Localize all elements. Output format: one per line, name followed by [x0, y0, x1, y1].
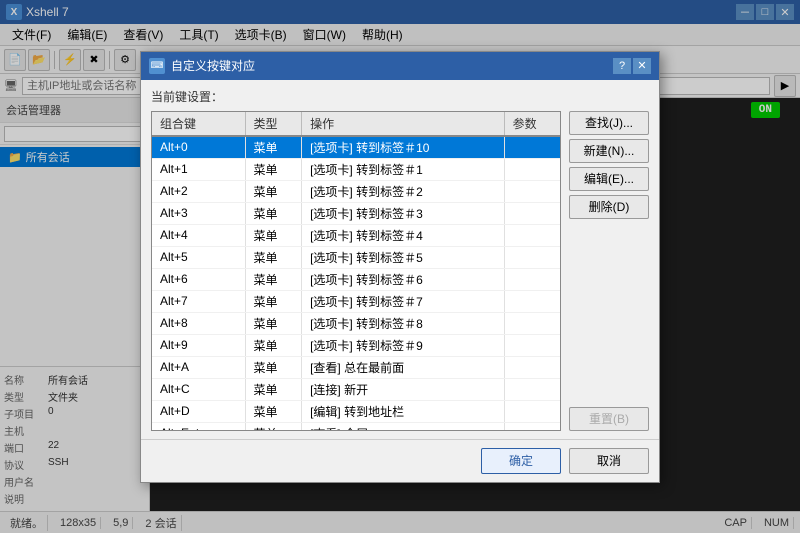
- cell-param: [504, 290, 560, 312]
- cell-action: [选项卡] 转到标签＃7: [302, 290, 505, 312]
- col-header-key[interactable]: 组合键: [152, 112, 245, 136]
- cell-action: [选项卡] 转到标签＃9: [302, 334, 505, 356]
- col-header-param[interactable]: 参数: [504, 112, 560, 136]
- cell-type: 菜单: [245, 422, 302, 431]
- table-row[interactable]: Alt+9菜单[选项卡] 转到标签＃9: [152, 334, 560, 356]
- table-row[interactable]: Alt+C菜单[连接] 新开: [152, 378, 560, 400]
- cell-key: Alt+5: [152, 246, 245, 268]
- cell-type: 菜单: [245, 334, 302, 356]
- cell-key: Alt+4: [152, 224, 245, 246]
- ok-button[interactable]: 确定: [481, 448, 561, 474]
- reset-button[interactable]: 重置(B): [569, 407, 649, 431]
- cell-key: Alt+C: [152, 378, 245, 400]
- cell-action: [选项卡] 转到标签＃8: [302, 312, 505, 334]
- cell-type: 菜单: [245, 180, 302, 202]
- table-row[interactable]: Alt+8菜单[选项卡] 转到标签＃8: [152, 312, 560, 334]
- table-row[interactable]: Alt+Enter菜单[查看] 全屏: [152, 422, 560, 431]
- table-row[interactable]: Alt+1菜单[选项卡] 转到标签＃1: [152, 158, 560, 180]
- cell-action: [选项卡] 转到标签＃5: [302, 246, 505, 268]
- cell-key: Alt+A: [152, 356, 245, 378]
- cell-param: [504, 224, 560, 246]
- table-row[interactable]: Alt+5菜单[选项卡] 转到标签＃5: [152, 246, 560, 268]
- table-row[interactable]: Alt+0菜单[选项卡] 转到标签＃10: [152, 136, 560, 159]
- cell-type: 菜单: [245, 268, 302, 290]
- cell-action: [选项卡] 转到标签＃3: [302, 202, 505, 224]
- cell-param: [504, 422, 560, 431]
- dialog-title-bar: ⌨ 自定义按键对应 ? ✕: [141, 52, 659, 80]
- cell-action: [选项卡] 转到标签＃2: [302, 180, 505, 202]
- cancel-button[interactable]: 取消: [569, 448, 649, 474]
- cell-key: Alt+6: [152, 268, 245, 290]
- cell-key: Alt+2: [152, 180, 245, 202]
- cell-action: [编辑] 转到地址栏: [302, 400, 505, 422]
- col-header-action[interactable]: 操作: [302, 112, 505, 136]
- dialog-title: 自定义按键对应: [171, 57, 613, 74]
- table-header-row: 组合键 类型 操作 参数: [152, 112, 560, 136]
- cell-type: 菜单: [245, 378, 302, 400]
- cell-param: [504, 158, 560, 180]
- edit-button[interactable]: 编辑(E)...: [569, 167, 649, 191]
- cell-key: Alt+0: [152, 136, 245, 159]
- table-row[interactable]: Alt+D菜单[编辑] 转到地址栏: [152, 400, 560, 422]
- cell-key: Alt+3: [152, 202, 245, 224]
- dialog-overlay: ⌨ 自定义按键对应 ? ✕ 当前键设置： 组合键: [0, 0, 800, 533]
- cell-param: [504, 268, 560, 290]
- cell-action: [查看] 总在最前面: [302, 356, 505, 378]
- cell-action: [选项卡] 转到标签＃6: [302, 268, 505, 290]
- cell-param: [504, 202, 560, 224]
- delete-button[interactable]: 删除(D): [569, 195, 649, 219]
- cell-type: 菜单: [245, 246, 302, 268]
- keybind-table-wrapper[interactable]: 组合键 类型 操作 参数 Alt+0菜单[选项卡] 转到标签＃10Alt+1菜单…: [151, 111, 561, 431]
- btn-spacer: [569, 223, 649, 403]
- dialog-section-label: 当前键设置：: [151, 88, 649, 105]
- cell-key: Alt+1: [152, 158, 245, 180]
- dialog-content-row: 组合键 类型 操作 参数 Alt+0菜单[选项卡] 转到标签＃10Alt+1菜单…: [151, 111, 649, 431]
- dialog-help-button[interactable]: ?: [613, 58, 631, 74]
- dialog-close-button[interactable]: ✕: [633, 58, 651, 74]
- cell-action: [选项卡] 转到标签＃4: [302, 224, 505, 246]
- new-button[interactable]: 新建(N)...: [569, 139, 649, 163]
- dialog-icon: ⌨: [149, 58, 165, 74]
- cell-param: [504, 180, 560, 202]
- app-window: X Xshell 7 － □ ✕ 文件(F) 编辑(E) 查看(V) 工具(T)…: [0, 0, 800, 533]
- cell-param: [504, 312, 560, 334]
- cell-key: Alt+7: [152, 290, 245, 312]
- cell-type: 菜单: [245, 202, 302, 224]
- cell-param: [504, 400, 560, 422]
- cell-key: Alt+D: [152, 400, 245, 422]
- col-header-type[interactable]: 类型: [245, 112, 302, 136]
- table-row[interactable]: Alt+6菜单[选项卡] 转到标签＃6: [152, 268, 560, 290]
- table-row[interactable]: Alt+A菜单[查看] 总在最前面: [152, 356, 560, 378]
- table-row[interactable]: Alt+7菜单[选项卡] 转到标签＃7: [152, 290, 560, 312]
- cell-key: Alt+Enter: [152, 422, 245, 431]
- cell-param: [504, 246, 560, 268]
- dialog-body: 当前键设置： 组合键 类型 操作 参数: [141, 80, 659, 439]
- cell-type: 菜单: [245, 158, 302, 180]
- find-button[interactable]: 查找(J)...: [569, 111, 649, 135]
- cell-param: [504, 136, 560, 159]
- cell-action: [选项卡] 转到标签＃10: [302, 136, 505, 159]
- table-row[interactable]: Alt+2菜单[选项卡] 转到标签＃2: [152, 180, 560, 202]
- cell-key: Alt+9: [152, 334, 245, 356]
- table-row[interactable]: Alt+3菜单[选项卡] 转到标签＃3: [152, 202, 560, 224]
- cell-param: [504, 334, 560, 356]
- cell-type: 菜单: [245, 290, 302, 312]
- keybind-table: 组合键 类型 操作 参数 Alt+0菜单[选项卡] 转到标签＃10Alt+1菜单…: [152, 112, 560, 431]
- cell-type: 菜单: [245, 400, 302, 422]
- table-row[interactable]: Alt+4菜单[选项卡] 转到标签＃4: [152, 224, 560, 246]
- dialog-footer: 确定 取消: [141, 439, 659, 482]
- cell-type: 菜单: [245, 356, 302, 378]
- cell-type: 菜单: [245, 312, 302, 334]
- dialog-right-buttons: 查找(J)... 新建(N)... 编辑(E)... 删除(D) 重置(B): [569, 111, 649, 431]
- cell-action: [连接] 新开: [302, 378, 505, 400]
- dialog-table-area: 组合键 类型 操作 参数 Alt+0菜单[选项卡] 转到标签＃10Alt+1菜单…: [151, 111, 561, 431]
- cell-param: [504, 378, 560, 400]
- cell-type: 菜单: [245, 136, 302, 159]
- cell-action: [选项卡] 转到标签＃1: [302, 158, 505, 180]
- cell-action: [查看] 全屏: [302, 422, 505, 431]
- cell-type: 菜单: [245, 224, 302, 246]
- cell-key: Alt+8: [152, 312, 245, 334]
- cell-param: [504, 356, 560, 378]
- keybind-dialog: ⌨ 自定义按键对应 ? ✕ 当前键设置： 组合键: [140, 51, 660, 483]
